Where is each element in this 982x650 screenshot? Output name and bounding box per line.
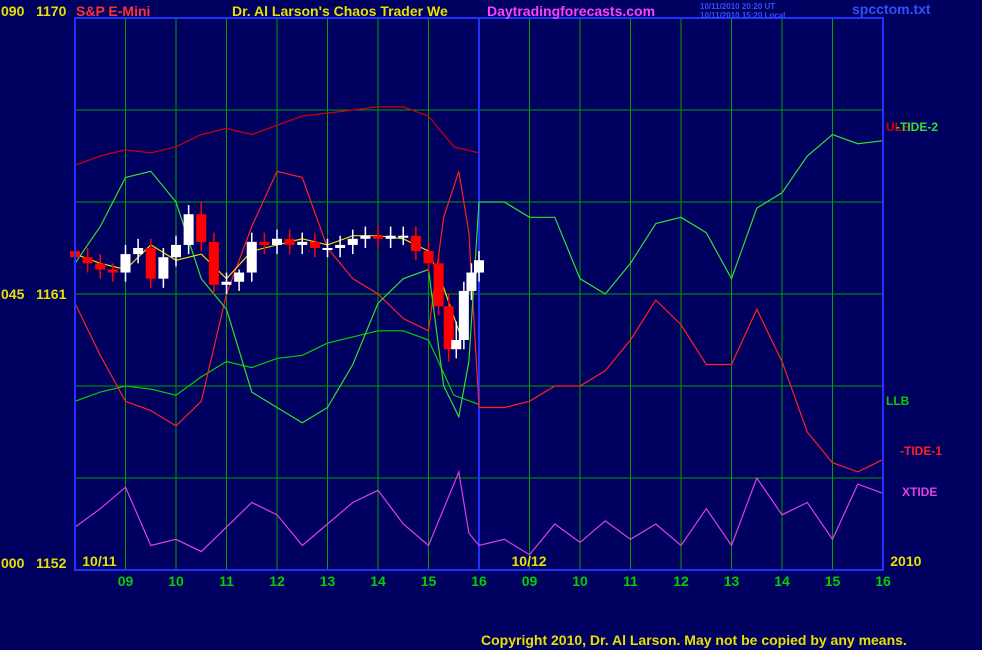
chart-title: Dr. Al Larson's Chaos Trader We — [232, 3, 448, 19]
x-tick-label: 09 — [522, 573, 538, 589]
price-bar-body — [410, 235, 421, 252]
price-bar-body — [433, 263, 444, 307]
price-bar-body — [196, 214, 207, 242]
price-bar-body — [360, 235, 371, 239]
price-bar-body — [373, 235, 383, 239]
x-tick-label: 09 — [118, 573, 134, 589]
price-bar-body — [458, 290, 469, 340]
price-bar-body — [133, 248, 144, 255]
y-tick-left-label: 000 — [1, 555, 25, 571]
chart-background — [0, 0, 982, 650]
timestamp-ut: 10/11/2010 20:20 UT — [700, 2, 775, 11]
price-bar-body — [272, 238, 282, 245]
website-label: Daytradingforecasts.com — [487, 3, 655, 19]
x-tick-label: 16 — [471, 573, 487, 589]
price-bar-body — [107, 269, 118, 273]
copyright: Copyright 2010, Dr. Al Larson. May not b… — [481, 632, 907, 648]
price-bar-body — [284, 238, 295, 245]
price-bar-body — [347, 238, 358, 245]
price-bar-body — [451, 340, 462, 350]
date-label: 2010 — [890, 553, 921, 569]
y-tick-price-label: 1161 — [36, 286, 67, 302]
chaos-trader-chart: 090 S&P E-Mini Dr. Al Larson's Chaos Tra… — [0, 0, 982, 650]
x-tick-label: 13 — [320, 573, 336, 589]
price-bar-body — [322, 248, 333, 250]
price-bar-body — [398, 235, 409, 238]
x-tick-label: 14 — [774, 573, 790, 589]
price-bar-body — [474, 260, 484, 273]
price-bar-body — [145, 248, 156, 279]
y-tick-price-label: 1170 — [36, 3, 67, 19]
x-tick-label: 12 — [673, 573, 689, 589]
price-bar-body — [208, 241, 219, 285]
x-tick-label: 10 — [168, 573, 184, 589]
price-bar-body — [234, 272, 245, 282]
x-tick-label: 15 — [421, 573, 437, 589]
price-bar-body — [297, 241, 308, 245]
x-tick-label: 11 — [219, 573, 234, 589]
x-tick-label: 12 — [269, 573, 285, 589]
filename-label: spcctom.txt — [852, 1, 931, 17]
x-tick-label: 10 — [572, 573, 588, 589]
price-bar-body — [423, 251, 434, 264]
y-tick-price-label: 1152 — [36, 555, 67, 571]
x-tick-label: 14 — [370, 573, 386, 589]
price-bar-body — [82, 257, 93, 264]
price-bar-body — [158, 257, 169, 279]
y-top-left-label: 090 — [1, 3, 25, 19]
series-label-xtide: XTIDE — [902, 485, 937, 499]
y-tick-left-label: 045 — [1, 286, 25, 302]
price-bar-body — [183, 214, 194, 245]
price-bar-body — [466, 272, 477, 291]
x-tick-label: 15 — [825, 573, 841, 589]
x-tick-label: 11 — [623, 573, 638, 589]
x-tick-label: 13 — [724, 573, 740, 589]
price-bar-body — [309, 241, 320, 248]
timestamp-local: 10/11/2010 15:20 Local — [700, 11, 785, 20]
price-bar-body — [120, 254, 131, 273]
price-bar-body — [259, 241, 270, 245]
series-label-tide-2: -TIDE-2 — [896, 120, 938, 134]
date-label: 10/12 — [512, 553, 547, 569]
price-bar-body — [171, 244, 181, 258]
price-bar-body — [221, 281, 232, 285]
series-label-llb: LLB — [886, 394, 910, 408]
price-bar-body — [385, 235, 396, 239]
price-bar-body — [95, 263, 106, 270]
instrument-label: S&P E-Mini — [76, 3, 150, 19]
date-label: 10/11 — [82, 553, 116, 569]
x-tick-label: 16 — [875, 573, 891, 589]
price-bar-body — [335, 244, 346, 248]
price-bar-body — [246, 241, 257, 273]
series-label-tide-1: -TIDE-1 — [900, 444, 942, 458]
